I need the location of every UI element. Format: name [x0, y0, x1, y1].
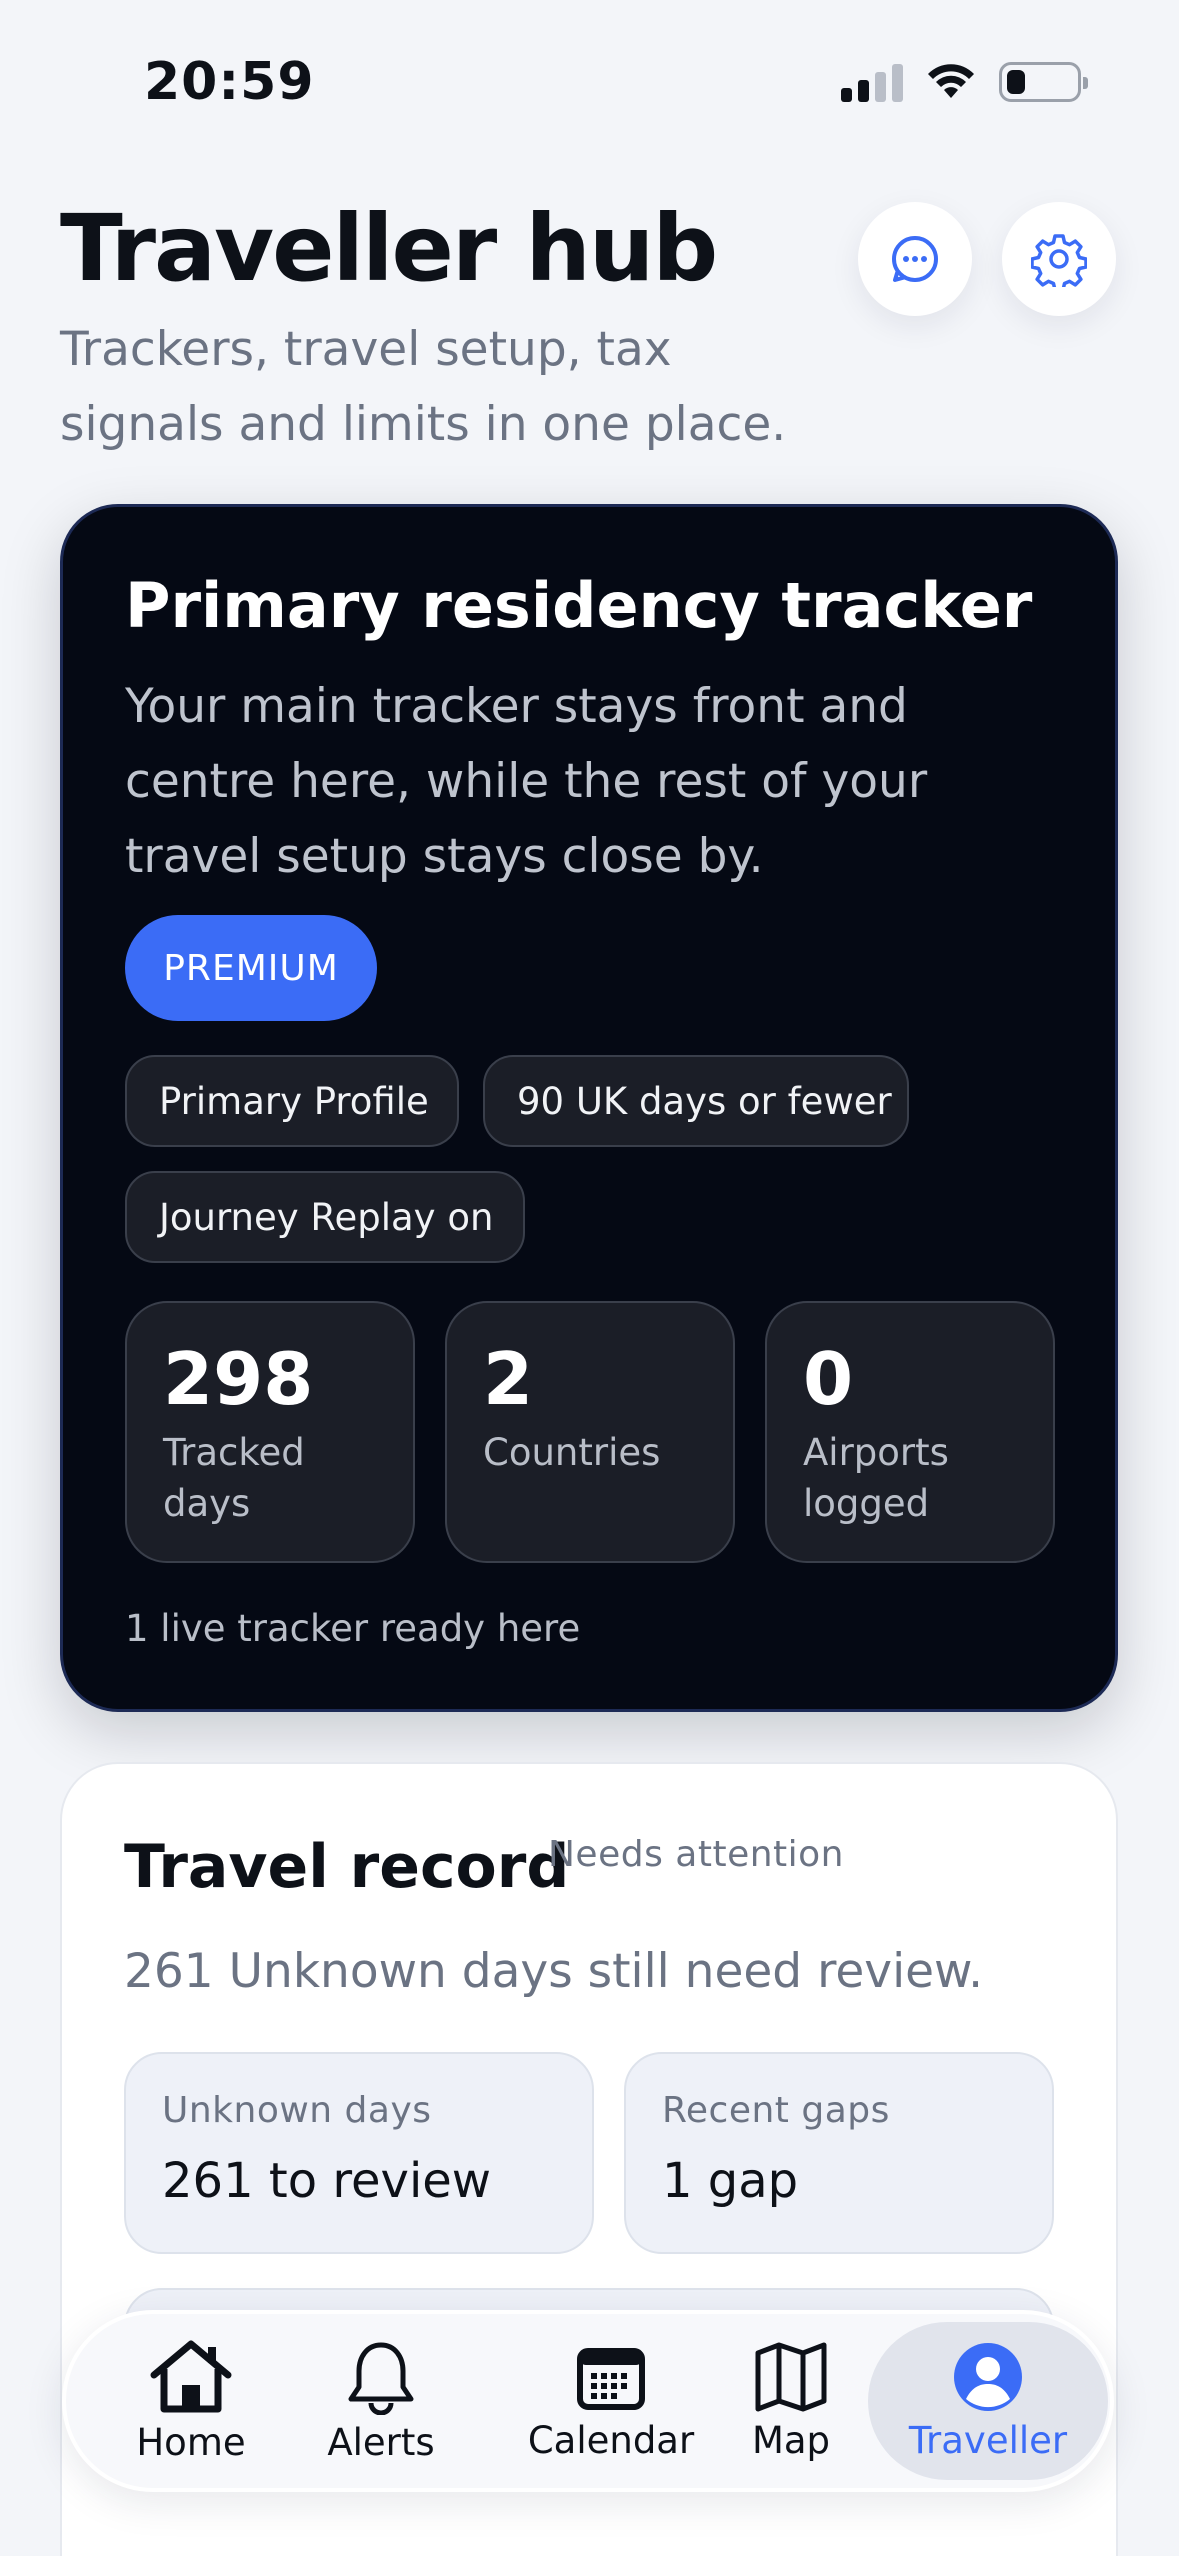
nav-label: Map [751, 2418, 831, 2462]
chip-uk-days-limit: 90 UK days or fewer [483, 1055, 909, 1147]
primary-tracker-description: Your main tracker stays front and centre… [125, 679, 928, 884]
stat-label: Countries [483, 1431, 661, 1474]
bell-icon [348, 2342, 414, 2415]
stat-airports: 0 Airports logged [765, 1301, 1055, 1563]
primary-tracker-card[interactable]: Primary residency tracker Your main trac… [60, 504, 1118, 1712]
calendar-icon [577, 2347, 645, 2410]
premium-badge: PREMIUM [125, 915, 377, 1021]
chip-primary-profile: Primary Profile [125, 1055, 459, 1147]
user-icon [954, 2342, 1022, 2411]
recent-gaps-card[interactable]: Recent gaps 1 gap [624, 2052, 1054, 2254]
wifi-icon [928, 64, 974, 98]
nav-traveller[interactable]: Traveller [868, 2322, 1108, 2480]
battery-icon [999, 62, 1088, 102]
page-title: Traveller hub [60, 195, 718, 302]
travel-record-summary: 261 Unknown days still need review. [124, 1944, 984, 1999]
stat-label: Airports logged [803, 1431, 949, 1525]
map-icon [755, 2342, 827, 2411]
live-tracker-note: 1 live tracker ready here [125, 1607, 581, 1650]
status-time: 20:59 [144, 52, 315, 112]
nav-calendar[interactable]: Calendar [496, 2314, 726, 2488]
stat-tracked-days: 298 Tracked days [125, 1301, 415, 1563]
nav-label: Home [136, 2420, 246, 2464]
mini-card-value: 261 to review [162, 2153, 492, 2209]
chat-button[interactable] [858, 202, 972, 316]
settings-button[interactable] [1002, 202, 1116, 316]
gear-icon [1031, 234, 1087, 287]
chat-icon [892, 236, 938, 282]
nav-home[interactable]: Home [126, 2314, 256, 2488]
primary-tracker-title: Primary residency tracker [125, 569, 1033, 642]
home-icon [150, 2340, 232, 2412]
travel-record-title: Travel record [124, 1832, 570, 1902]
chip-journey-replay: Journey Replay on [125, 1171, 525, 1263]
nav-label: Alerts [327, 2420, 435, 2464]
page-subtitle: Trackers, travel setup, tax signals and … [60, 322, 787, 452]
status-icons [841, 62, 1088, 102]
stat-countries: 2 Countries [445, 1301, 735, 1563]
stat-value: 298 [163, 1337, 314, 1421]
mini-card-label: Unknown days [162, 2090, 432, 2131]
stat-value: 2 [483, 1337, 534, 1421]
bottom-nav: Home Alerts Calendar Map Traveller [62, 2310, 1114, 2492]
status-bar: 20:59 [0, 0, 1179, 170]
nav-map[interactable]: Map [726, 2314, 856, 2488]
stat-value: 0 [803, 1337, 854, 1421]
nav-label: Traveller [908, 2418, 1068, 2462]
mini-card-label: Recent gaps [662, 2090, 890, 2131]
status-badge: Needs attention [548, 1834, 844, 1875]
mini-card-value: 1 gap [662, 2153, 799, 2209]
stat-label: Tracked days [163, 1431, 305, 1525]
nav-label: Calendar [527, 2418, 695, 2462]
signal-icon [841, 62, 903, 102]
nav-alerts[interactable]: Alerts [316, 2314, 446, 2488]
unknown-days-card[interactable]: Unknown days 261 to review [124, 2052, 594, 2254]
